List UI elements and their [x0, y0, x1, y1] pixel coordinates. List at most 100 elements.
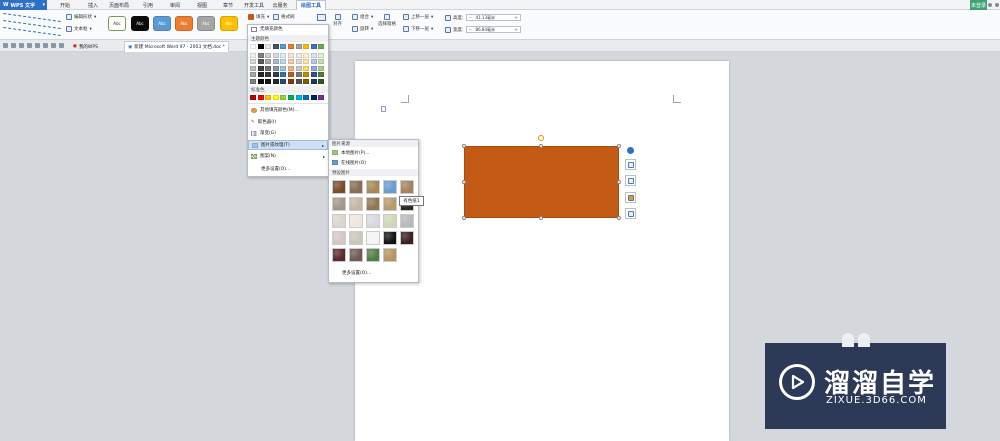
resize-handle-s[interactable] — [539, 216, 543, 220]
eyedropper-item[interactable]: ✎ 取色器(I) — [248, 117, 328, 127]
texture-swatch[interactable] — [332, 197, 346, 211]
theme-color-swatch[interactable] — [250, 53, 256, 58]
theme-color-swatch[interactable] — [303, 72, 310, 78]
edit-tool-icon[interactable] — [625, 175, 636, 186]
theme-color-swatch[interactable] — [303, 59, 310, 65]
theme-color-swatch[interactable] — [257, 44, 264, 49]
resize-handle-n[interactable] — [539, 144, 543, 148]
edit-shape-button[interactable]: 编辑形状 ▾ — [66, 14, 96, 20]
shape-effects-icon[interactable] — [317, 14, 326, 21]
print-icon[interactable] — [19, 43, 24, 48]
theme-color-swatch[interactable] — [257, 65, 264, 71]
texture-swatch[interactable] — [332, 214, 346, 228]
texture-swatch[interactable] — [349, 197, 363, 211]
paragraph-mark-icon[interactable] — [381, 106, 386, 112]
theme-color-swatch[interactable] — [295, 53, 302, 58]
login-button[interactable]: 未登录 — [970, 0, 987, 10]
texture-swatch[interactable] — [366, 214, 380, 228]
tab-8[interactable]: 云服务 — [270, 0, 290, 10]
theme-color-swatch[interactable] — [288, 78, 294, 84]
theme-color-swatch[interactable] — [265, 78, 272, 84]
rotate-button[interactable]: 旋转 ▾ — [352, 26, 373, 32]
theme-color-swatch[interactable] — [280, 65, 287, 71]
theme-color-swatch[interactable] — [310, 53, 317, 58]
theme-color-swatch[interactable] — [265, 53, 272, 58]
width-increase-button[interactable]: + — [513, 27, 520, 32]
tab-0[interactable]: 开始 — [56, 0, 74, 10]
theme-color-swatch[interactable] — [272, 65, 279, 71]
theme-color-swatch[interactable] — [250, 65, 256, 71]
resize-handle-nw[interactable] — [462, 144, 466, 148]
texture-swatch[interactable] — [383, 231, 397, 245]
texture-swatch[interactable] — [400, 231, 414, 245]
texture-swatch[interactable] — [332, 180, 346, 194]
theme-color-swatch[interactable] — [310, 78, 317, 84]
shape-style-swatch[interactable]: Abc — [131, 16, 149, 31]
shape-style-swatch[interactable]: Abc — [197, 16, 215, 31]
theme-color-swatch[interactable] — [318, 59, 325, 65]
theme-color-swatch[interactable] — [295, 65, 302, 71]
theme-color-swatch[interactable] — [257, 78, 264, 84]
theme-color-swatch[interactable] — [318, 78, 325, 84]
theme-color-swatch[interactable] — [288, 53, 294, 58]
online-picture-item[interactable]: 在线图片(O) — [329, 158, 418, 167]
theme-color-swatch[interactable] — [265, 65, 272, 71]
layout-options-icon[interactable] — [627, 147, 634, 154]
standard-color-swatch[interactable] — [303, 95, 310, 100]
theme-color-swatch[interactable] — [318, 53, 325, 58]
redo-icon[interactable] — [51, 43, 56, 48]
theme-color-swatch[interactable] — [318, 65, 325, 71]
shape-style-swatch[interactable]: Abc — [220, 16, 238, 31]
theme-color-swatch[interactable] — [288, 72, 294, 78]
tab-2[interactable]: 页面布局 — [106, 0, 132, 10]
tab-5[interactable]: 视图 — [193, 0, 211, 10]
standard-color-swatch[interactable] — [310, 95, 317, 100]
standard-color-swatch[interactable] — [288, 95, 294, 100]
resize-handle-sw[interactable] — [462, 216, 466, 220]
fill-button[interactable]: 填充 ▾ — [248, 14, 269, 20]
send-backward-button[interactable]: 下移一层 ▾ — [403, 26, 433, 32]
local-picture-item[interactable]: 本地图片(P)... — [329, 148, 418, 157]
theme-color-swatch[interactable] — [310, 72, 317, 78]
texture-swatch[interactable] — [332, 248, 346, 262]
save-icon[interactable] — [11, 43, 16, 48]
theme-color-swatch[interactable] — [272, 72, 279, 78]
theme-color-swatch[interactable] — [280, 44, 287, 49]
group-button[interactable]: 组合 ▾ — [352, 14, 373, 20]
height-input[interactable]: − 41.13毫米 + — [465, 14, 521, 21]
width-input[interactable]: − 86.84毫米 + — [465, 26, 521, 33]
texture-swatch[interactable] — [383, 248, 397, 262]
theme-color-swatch[interactable] — [303, 53, 310, 58]
standard-color-swatch[interactable] — [318, 95, 325, 100]
shape-style-swatch[interactable]: Abc — [108, 16, 126, 31]
theme-color-swatch[interactable] — [288, 59, 294, 65]
tab-1[interactable]: 插入 — [84, 0, 102, 10]
format-brush-button[interactable]: 格式刷 — [273, 14, 295, 20]
texture-swatch[interactable] — [349, 248, 363, 262]
standard-color-swatch[interactable] — [272, 95, 279, 100]
theme-color-swatch[interactable] — [318, 44, 325, 49]
texture-swatch[interactable] — [400, 180, 414, 194]
texture-swatch[interactable] — [366, 231, 380, 245]
standard-color-swatch[interactable] — [280, 95, 287, 100]
picture-texture-item[interactable]: 图片或纹理(T) ▸ — [248, 140, 328, 150]
theme-color-swatch[interactable] — [310, 44, 317, 49]
wps-app-menu[interactable]: W WPS 文字 ▾ — [0, 0, 47, 10]
shape-style-tool-icon[interactable] — [625, 159, 636, 170]
theme-color-swatch[interactable] — [288, 44, 294, 49]
bring-forward-button[interactable]: 上移一层 ▾ — [403, 14, 433, 20]
texture-swatch[interactable] — [366, 180, 380, 194]
more-fill-colors-item[interactable]: 其他填充颜色(M)... — [248, 105, 328, 115]
texture-swatch[interactable] — [366, 197, 380, 211]
resize-handle-w[interactable] — [462, 180, 466, 184]
theme-color-swatch[interactable] — [310, 65, 317, 71]
texture-swatch[interactable] — [349, 214, 363, 228]
texture-swatch[interactable] — [349, 180, 363, 194]
theme-color-swatch[interactable] — [250, 44, 256, 49]
theme-color-swatch[interactable] — [250, 78, 256, 84]
standard-color-swatch[interactable] — [265, 95, 272, 100]
resize-handle-se[interactable] — [617, 216, 621, 220]
theme-color-swatch[interactable] — [250, 72, 256, 78]
theme-color-swatch[interactable] — [280, 53, 287, 58]
gradient-item[interactable]: 渐变(G) — [248, 128, 328, 138]
